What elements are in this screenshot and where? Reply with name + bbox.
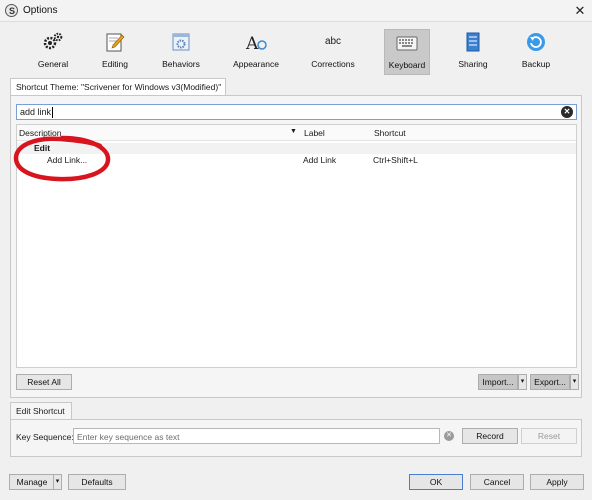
text-caret [52,107,53,118]
search-input-value: add link [20,107,52,117]
tab-corrections-label: Corrections [311,59,355,69]
keyboard-icon [396,36,418,51]
window-title: Options [23,5,58,16]
tab-sharing-label: Sharing [458,59,488,69]
tab-behaviors[interactable]: Behaviors [155,29,207,75]
tab-general-label: General [37,59,69,69]
tab-backup[interactable]: Backup [514,29,558,75]
tab-corrections[interactable]: abc Corrections [306,29,360,75]
tab-appearance[interactable]: A Appearance [228,29,284,75]
cancel-button[interactable]: Cancel [470,474,524,490]
tab-editing[interactable]: Editing [90,29,140,75]
window-gear-icon [172,33,190,51]
import-button[interactable]: Import... [478,374,518,390]
row-shortcut: Ctrl+Shift+L [373,155,418,165]
tab-keyboard[interactable]: Keyboard [384,29,430,75]
export-dropdown-icon[interactable]: ▾ [570,374,579,390]
defaults-button[interactable]: Defaults [68,474,126,490]
clear-key-icon[interactable]: ✕ [444,431,454,441]
manage-button[interactable]: Manage [9,474,55,490]
sharing-icon [466,32,480,52]
font-a-icon: A [245,34,267,53]
export-button[interactable]: Export... [530,374,570,390]
row-label: Add Link [303,155,337,165]
record-button[interactable]: Record [462,428,518,444]
app-icon [5,4,18,17]
tab-behaviors-label: Behaviors [162,59,200,69]
red-annotation-circle [13,135,111,182]
title-bar: Options ✕ [0,0,592,22]
tab-backup-label: Backup [521,59,551,69]
reset-button[interactable]: Reset [521,428,577,444]
manage-dropdown-icon[interactable]: ▾ [53,474,62,490]
backup-icon [527,33,545,51]
edit-shortcut-tab[interactable]: Edit Shortcut [10,402,72,419]
key-sequence-input[interactable]: Enter key sequence as text [73,428,440,444]
options-toolbar: General Editing Behaviors A Appearance a… [0,23,592,77]
close-icon[interactable]: ✕ [572,3,588,19]
reset-all-button[interactable]: Reset All [16,374,72,390]
import-dropdown-icon[interactable]: ▾ [518,374,527,390]
sort-down-icon: ▼ [290,128,297,135]
apply-button[interactable]: Apply [530,474,584,490]
shortcut-theme-tab[interactable]: Shortcut Theme: "Scrivener for Windows v… [10,78,226,95]
tab-appearance-label: Appearance [233,59,279,69]
tab-editing-label: Editing [102,59,128,69]
pencil-page-icon [106,33,125,52]
column-shortcut[interactable]: Shortcut [374,128,406,138]
key-sequence-label: Key Sequence: [16,432,74,442]
search-input[interactable]: add link ✕ [16,104,577,120]
tab-general[interactable]: General [28,29,78,75]
gears-icon [43,32,63,50]
svg-text:A: A [245,34,259,53]
tab-sharing[interactable]: Sharing [450,29,496,75]
clear-search-icon[interactable]: ✕ [561,106,573,118]
column-label[interactable]: Label [304,128,325,138]
abc-icon: abc [324,36,342,47]
key-sequence-placeholder: Enter key sequence as text [77,432,180,442]
tab-keyboard-label: Keyboard [388,60,426,70]
ok-button[interactable]: OK [409,474,463,490]
